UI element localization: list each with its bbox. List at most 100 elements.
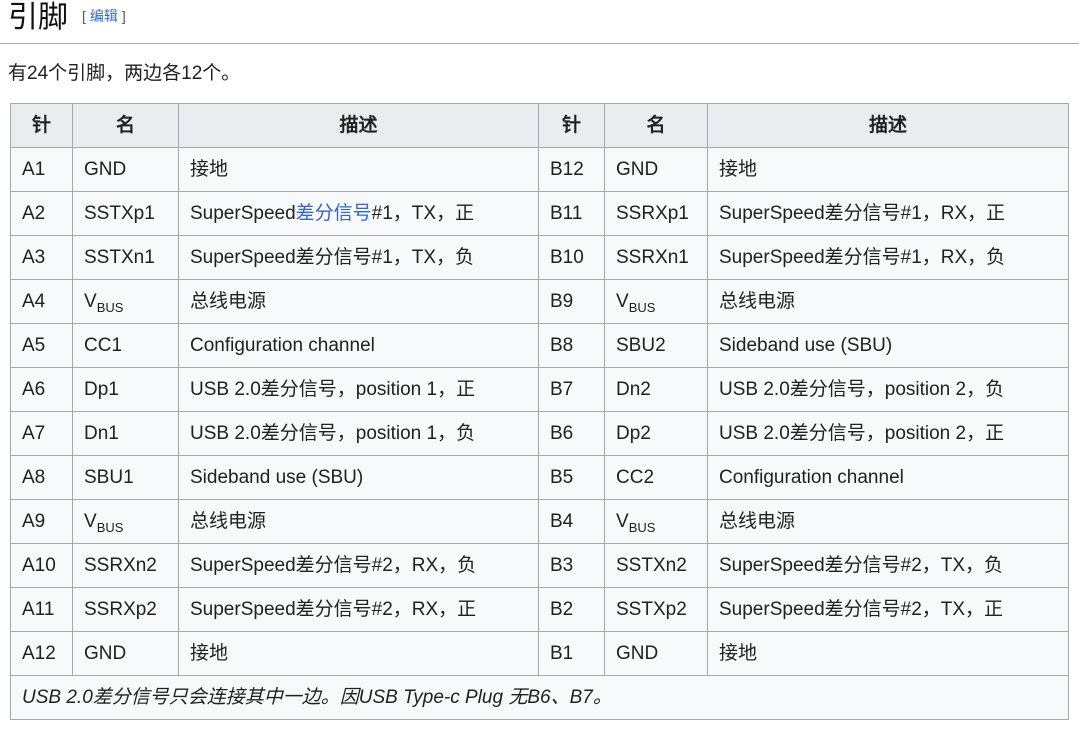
cell-text: 总线电源: [190, 291, 266, 312]
cell-text: #1，TX，正: [372, 203, 474, 224]
name-cell: VBUS: [73, 500, 179, 544]
desc-cell: Sideband use (SBU): [179, 456, 539, 500]
header-row: 针 名 描述 针 名 描述: [11, 104, 1069, 148]
cell-text: SuperSpeed差分信号#1，RX，正: [719, 203, 1005, 224]
edit-section: [编辑]: [82, 8, 126, 24]
table-row: A4VBUS总线电源B9VBUS总线电源: [11, 280, 1069, 324]
name-cell: GND: [605, 148, 708, 192]
cell-text: USB 2.0差分信号，position 1，正: [190, 379, 475, 400]
desc-cell: SuperSpeed差分信号#1，TX，负: [179, 236, 539, 280]
table-row: A1 GND 接地 B12 GND 接地: [11, 148, 1069, 192]
pin-cell: A12: [11, 632, 73, 676]
name-cell: GND: [73, 148, 179, 192]
pin-cell: B10: [539, 236, 605, 280]
desc-cell: 总线电源: [179, 500, 539, 544]
subscript-text: BUS: [629, 300, 656, 315]
pin-cell: B5: [539, 456, 605, 500]
table-row: A9VBUS总线电源B4VBUS总线电源: [11, 500, 1069, 544]
name-cell: CC2: [605, 456, 708, 500]
cell-text: GND: [84, 159, 126, 180]
edit-section-link[interactable]: 编辑: [86, 8, 122, 24]
pinout-table: 针 名 描述 针 名 描述 A1GND接地B12GND接地A2SSTXp1Sup…: [10, 103, 1069, 720]
cell-text: V: [84, 291, 97, 312]
name-cell: SSRXn1: [605, 236, 708, 280]
table-row: A5CC1Configuration channelB8SBU2Sideband…: [11, 324, 1069, 368]
desc-cell: Sideband use (SBU): [708, 324, 1069, 368]
pin-cell: A11: [11, 588, 73, 632]
pin-cell: B3: [539, 544, 605, 588]
cell-text: 总线电源: [719, 511, 795, 532]
cell-text: USB 2.0差分信号，position 2，正: [719, 423, 1004, 444]
pin-cell: A5: [11, 324, 73, 368]
table-row: A7Dn1USB 2.0差分信号，position 1，负B6Dp2USB 2.…: [11, 412, 1069, 456]
cell-text: USB 2.0差分信号，position 1，负: [190, 423, 475, 444]
subscript-text: BUS: [97, 520, 124, 535]
pin-cell: A1: [11, 148, 73, 192]
table-row: A12 GND 接地 B1 GND 接地: [11, 632, 1069, 676]
cell-text: GND: [616, 159, 658, 180]
desc-cell: SuperSpeed差分信号#2，TX，正: [708, 588, 1069, 632]
desc-cell: 接地: [179, 632, 539, 676]
subscript-text: BUS: [629, 520, 656, 535]
pin-cell: B2: [539, 588, 605, 632]
table-footnote: USB 2.0差分信号只会连接其中一边。因USB Type-c Plug 无B6…: [11, 676, 1069, 720]
cell-text: SSRXp1: [616, 203, 689, 224]
desc-cell: Configuration channel: [179, 324, 539, 368]
cell-text: 接地: [719, 159, 757, 180]
cell-text: SSTXn1: [84, 247, 155, 268]
name-cell: SSTXp2: [605, 588, 708, 632]
footnote-row: USB 2.0差分信号只会连接其中一边。因USB Type-c Plug 无B6…: [11, 676, 1069, 720]
cell-text: Dp2: [616, 423, 651, 444]
name-cell: CC1: [73, 324, 179, 368]
cell-text: Dn1: [84, 423, 119, 444]
cell-text: 接地: [190, 159, 228, 180]
pin-cell: B1: [539, 632, 605, 676]
desc-cell: SuperSpeed差分信号#2，TX，负: [708, 544, 1069, 588]
cell-text: 接地: [190, 643, 228, 664]
col-header-name-a: 名: [73, 104, 179, 148]
desc-cell: 接地: [708, 148, 1069, 192]
subscript-text: BUS: [97, 300, 124, 315]
cell-text: SuperSpeed差分信号#2，TX，正: [719, 599, 1003, 620]
name-cell: SSRXp2: [73, 588, 179, 632]
desc-cell: 总线电源: [708, 280, 1069, 324]
name-cell: GND: [605, 632, 708, 676]
intro-paragraph: 有24个引脚，两边各12个。: [8, 61, 1069, 88]
desc-cell: USB 2.0差分信号，position 1，正: [179, 368, 539, 412]
cell-text: SBU1: [84, 467, 134, 488]
pinout-table-header: 针 名 描述 针 名 描述: [11, 104, 1069, 148]
pin-cell: B12: [539, 148, 605, 192]
cell-text: SuperSpeed差分信号#1，RX，负: [719, 247, 1005, 268]
name-cell: Dp2: [605, 412, 708, 456]
section-heading-text: 引脚: [8, 1, 68, 34]
name-cell: SSTXn2: [605, 544, 708, 588]
pin-cell: B4: [539, 500, 605, 544]
cell-text: SSRXn1: [616, 247, 689, 268]
cell-text: GND: [84, 643, 126, 664]
table-row: A8SBU1Sideband use (SBU)B5CC2Configurati…: [11, 456, 1069, 500]
pin-cell: A6: [11, 368, 73, 412]
cell-text: SSTXp2: [616, 599, 687, 620]
pin-cell: B7: [539, 368, 605, 412]
desc-cell: USB 2.0差分信号，position 2，负: [708, 368, 1069, 412]
desc-cell: SuperSpeed差分信号#2，RX，负: [179, 544, 539, 588]
desc-cell: 总线电源: [179, 280, 539, 324]
article-section: 引脚 [编辑] 有24个引脚，两边各12个。 针 名 描述 针 名 描述 A1 GN…: [0, 0, 1079, 720]
pin-cell: B8: [539, 324, 605, 368]
cell-text: CC1: [84, 335, 122, 356]
pin-cell: A9: [11, 500, 73, 544]
cell-text: GND: [616, 643, 658, 664]
desc-cell: SuperSpeed差分信号#1，RX，负: [708, 236, 1069, 280]
desc-cell: SuperSpeed差分信号#1，TX，正: [179, 192, 539, 236]
differential-signal-link[interactable]: 差分信号: [296, 203, 372, 224]
desc-cell: 接地: [708, 632, 1069, 676]
col-header-desc-a: 描述: [179, 104, 539, 148]
name-cell: SSRXn2: [73, 544, 179, 588]
edit-bracket-close: ]: [122, 8, 126, 24]
table-row: A3 SSTXn1 SuperSpeed差分信号#1，TX，负 B10 SSRXn1 Su…: [11, 236, 1069, 280]
cell-text: SuperSpeed差分信号#1，TX，负: [190, 247, 474, 268]
table-row: A10SSRXn2SuperSpeed差分信号#2，RX，负B3SSTXn2Su…: [11, 544, 1069, 588]
pin-cell: A8: [11, 456, 73, 500]
pin-cell: A3: [11, 236, 73, 280]
name-cell: GND: [73, 632, 179, 676]
